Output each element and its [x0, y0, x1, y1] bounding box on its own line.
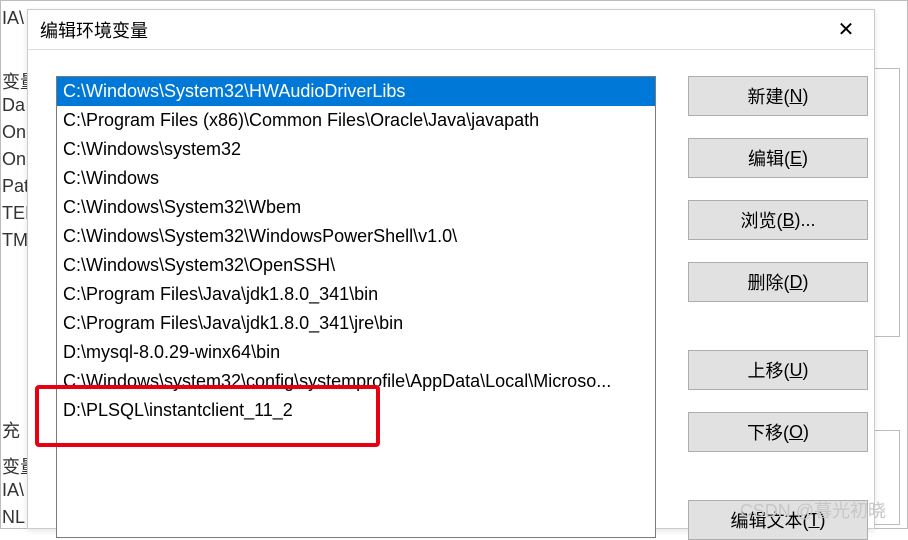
bg-text: 充 [2, 417, 20, 443]
titlebar: 编辑环境变量 ✕ [28, 10, 874, 50]
button-column: 新建(N) 编辑(E) 浏览(B)... 删除(D) 上移(U) 下移(O) [688, 76, 868, 540]
list-item[interactable]: C:\Windows\System32\OpenSSH\ [57, 251, 655, 280]
bg-text: On [2, 149, 26, 170]
bg-text: IA\ [2, 8, 24, 29]
list-item[interactable]: C:\Program Files\Java\jdk1.8.0_341\jre\b… [57, 309, 655, 338]
list-item[interactable]: D:\mysql-8.0.29-winx64\bin [57, 338, 655, 367]
bg-text: NL [2, 507, 25, 528]
bg-text: TEI [2, 203, 30, 224]
list-item[interactable]: C:\Windows\System32\Wbem [57, 193, 655, 222]
path-listbox[interactable]: C:\Windows\System32\HWAudioDriverLibs C:… [56, 76, 656, 538]
edit-env-var-dialog: 编辑环境变量 ✕ C:\Windows\System32\HWAudioDriv… [27, 9, 875, 529]
move-up-button[interactable]: 上移(U) [688, 350, 868, 390]
list-item[interactable]: C:\Windows [57, 164, 655, 193]
list-item[interactable]: D:\PLSQL\instantclient_11_2 [57, 396, 655, 425]
bg-text: On [2, 122, 26, 143]
edit-button[interactable]: 编辑(E) [688, 138, 868, 178]
new-button[interactable]: 新建(N) [688, 76, 868, 116]
bg-text: IA\ [2, 480, 24, 501]
bg-text: Pat [2, 176, 29, 197]
list-item[interactable]: C:\Program Files\Java\jdk1.8.0_341\bin [57, 280, 655, 309]
dialog-title: 编辑环境变量 [40, 17, 148, 43]
browse-button[interactable]: 浏览(B)... [688, 200, 868, 240]
list-item[interactable]: C:\Windows\system32 [57, 135, 655, 164]
list-item[interactable]: C:\Windows\System32\WindowsPowerShell\v1… [57, 222, 655, 251]
list-item[interactable]: C:\Windows\System32\HWAudioDriverLibs [57, 77, 655, 106]
bg-text: TM [2, 230, 28, 251]
watermark: CSDN @暮光初晓 [740, 497, 886, 523]
move-down-button[interactable]: 下移(O) [688, 412, 868, 452]
delete-button[interactable]: 删除(D) [688, 262, 868, 302]
close-icon[interactable]: ✕ [830, 14, 862, 46]
list-item[interactable]: C:\Windows\system32\config\systemprofile… [57, 367, 655, 396]
bg-text: Da [2, 95, 25, 116]
list-item[interactable]: C:\Program Files (x86)\Common Files\Orac… [57, 106, 655, 135]
